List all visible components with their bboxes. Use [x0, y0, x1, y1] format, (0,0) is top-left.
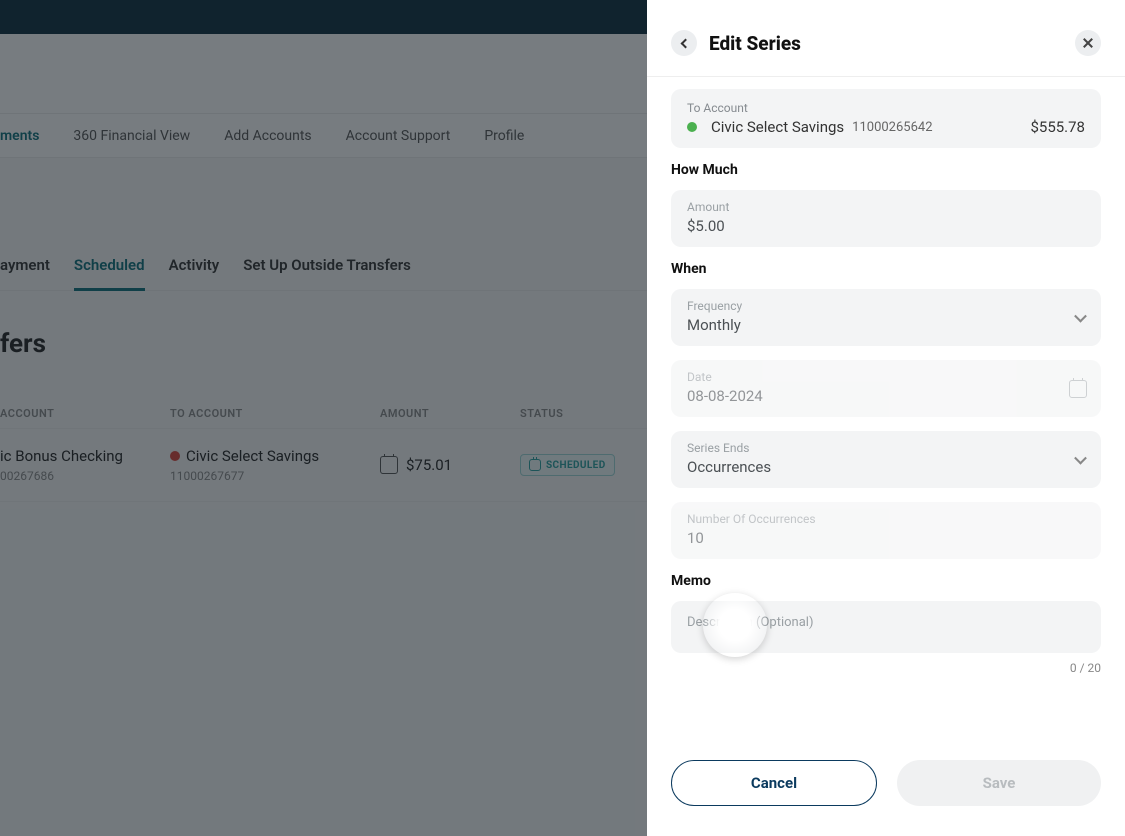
- to-account-name: Civic Select Savings: [711, 118, 844, 136]
- section-memo: Memo: [671, 573, 1101, 589]
- edit-series-panel: Edit Series To Account Civic Select Savi…: [647, 0, 1125, 836]
- status-dot-icon: [687, 122, 697, 132]
- cancel-button[interactable]: Cancel: [671, 760, 877, 806]
- to-account-number: 11000265642: [852, 120, 932, 135]
- close-icon: [1082, 37, 1094, 49]
- panel-title: Edit Series: [709, 32, 1063, 55]
- memo-char-counter: 0 / 20: [671, 661, 1101, 675]
- amount-field[interactable]: Amount $5.00: [671, 190, 1101, 247]
- to-account-card[interactable]: To Account Civic Select Savings 11000265…: [671, 89, 1101, 148]
- series-ends-select[interactable]: Series Ends Occurrences: [671, 431, 1101, 488]
- section-when: When: [671, 261, 1101, 277]
- frequency-select[interactable]: Frequency Monthly: [671, 289, 1101, 346]
- chevron-left-icon: [680, 38, 690, 48]
- occurrences-field[interactable]: Number Of Occurrences 10: [671, 502, 1101, 559]
- section-how-much: How Much: [671, 162, 1101, 178]
- memo-placeholder: Description (Optional): [687, 615, 814, 630]
- save-button: Save: [897, 760, 1101, 806]
- close-button[interactable]: [1075, 30, 1101, 56]
- to-account-label: To Account: [687, 101, 1085, 115]
- back-button[interactable]: [671, 30, 697, 56]
- memo-input[interactable]: Description (Optional): [671, 601, 1101, 653]
- date-field[interactable]: Date 08-08-2024: [671, 360, 1101, 417]
- calendar-icon: [1069, 380, 1087, 398]
- to-account-balance: $555.78: [1030, 118, 1085, 136]
